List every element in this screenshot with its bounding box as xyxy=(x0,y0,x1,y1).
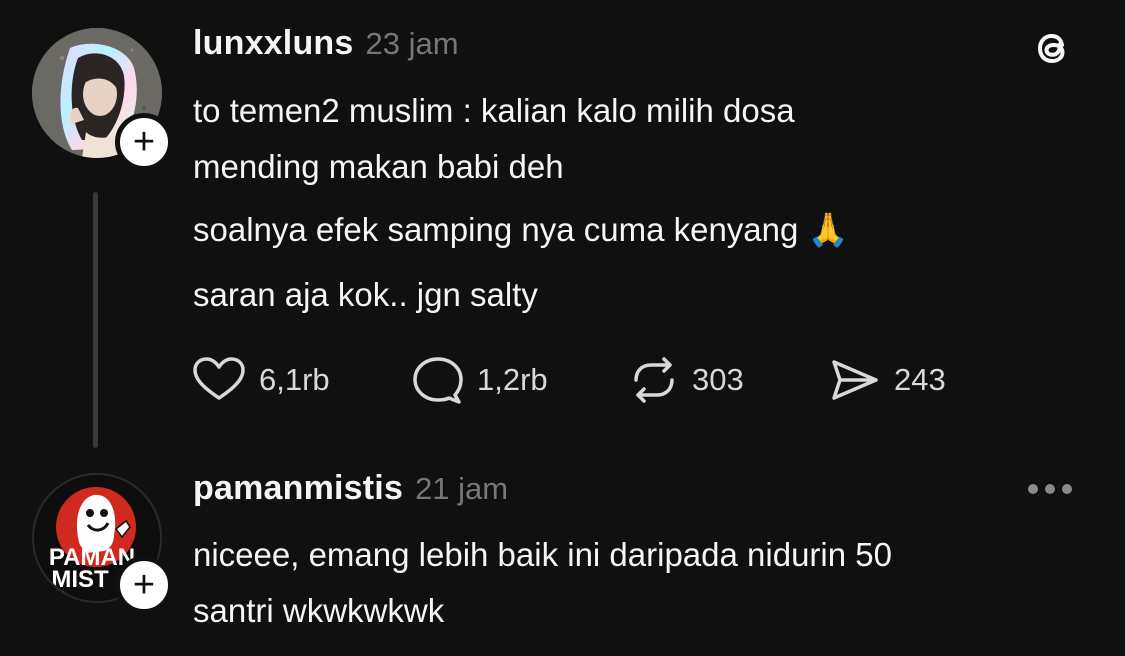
send-icon xyxy=(832,360,878,400)
comment-bubble-icon xyxy=(413,357,463,404)
dot xyxy=(1062,484,1072,494)
reply-count: 1,2rb xyxy=(477,362,548,397)
reply-button[interactable]: 1,2rb xyxy=(411,355,548,405)
repost-icon xyxy=(634,357,674,403)
post-text-line: saran aja kok.. jgn salty xyxy=(193,276,538,313)
post-text-line: mending makan babi deh xyxy=(193,148,564,185)
post-text-line: to temen2 muslim : kalian kalo milih dos… xyxy=(193,92,795,129)
share-count: 243 xyxy=(894,362,946,397)
avatar-text: MIST xyxy=(51,566,109,593)
thread-connector-line xyxy=(93,192,98,448)
post-text-line: niceee, emang lebih baik ini daripada ni… xyxy=(193,536,892,573)
username[interactable]: pamanmistis xyxy=(193,469,403,508)
repost-count: 303 xyxy=(692,362,744,397)
repost-button[interactable]: 303 xyxy=(628,355,744,405)
dot xyxy=(1028,484,1038,494)
follow-button-pamanmistis[interactable]: + xyxy=(115,556,173,614)
username[interactable]: lunxxluns xyxy=(193,24,354,63)
threads-conversation: + lunxxluns 23 jam to temen2 muslim : ka… xyxy=(0,0,1125,656)
like-count: 6,1rb xyxy=(259,362,330,397)
post-text-line: santri wkwkwkwk xyxy=(193,592,445,629)
post-text-line: soalnya efek samping nya cuma kenyang 🙏 xyxy=(193,211,849,248)
post-time: 23 jam xyxy=(365,26,459,61)
follow-button-lunxxluns[interactable]: + xyxy=(115,113,173,171)
share-button[interactable]: 243 xyxy=(828,355,946,405)
post-time: 21 jam xyxy=(415,471,509,506)
dot xyxy=(1045,484,1055,494)
heart-icon xyxy=(193,357,245,400)
post-header: lunxxluns 23 jam xyxy=(193,24,459,63)
post-header: pamanmistis 21 jam xyxy=(193,469,508,508)
more-options-icon[interactable] xyxy=(1028,476,1078,502)
threads-logo-icon[interactable] xyxy=(1028,24,1076,72)
like-button[interactable]: 6,1rb xyxy=(191,355,330,405)
